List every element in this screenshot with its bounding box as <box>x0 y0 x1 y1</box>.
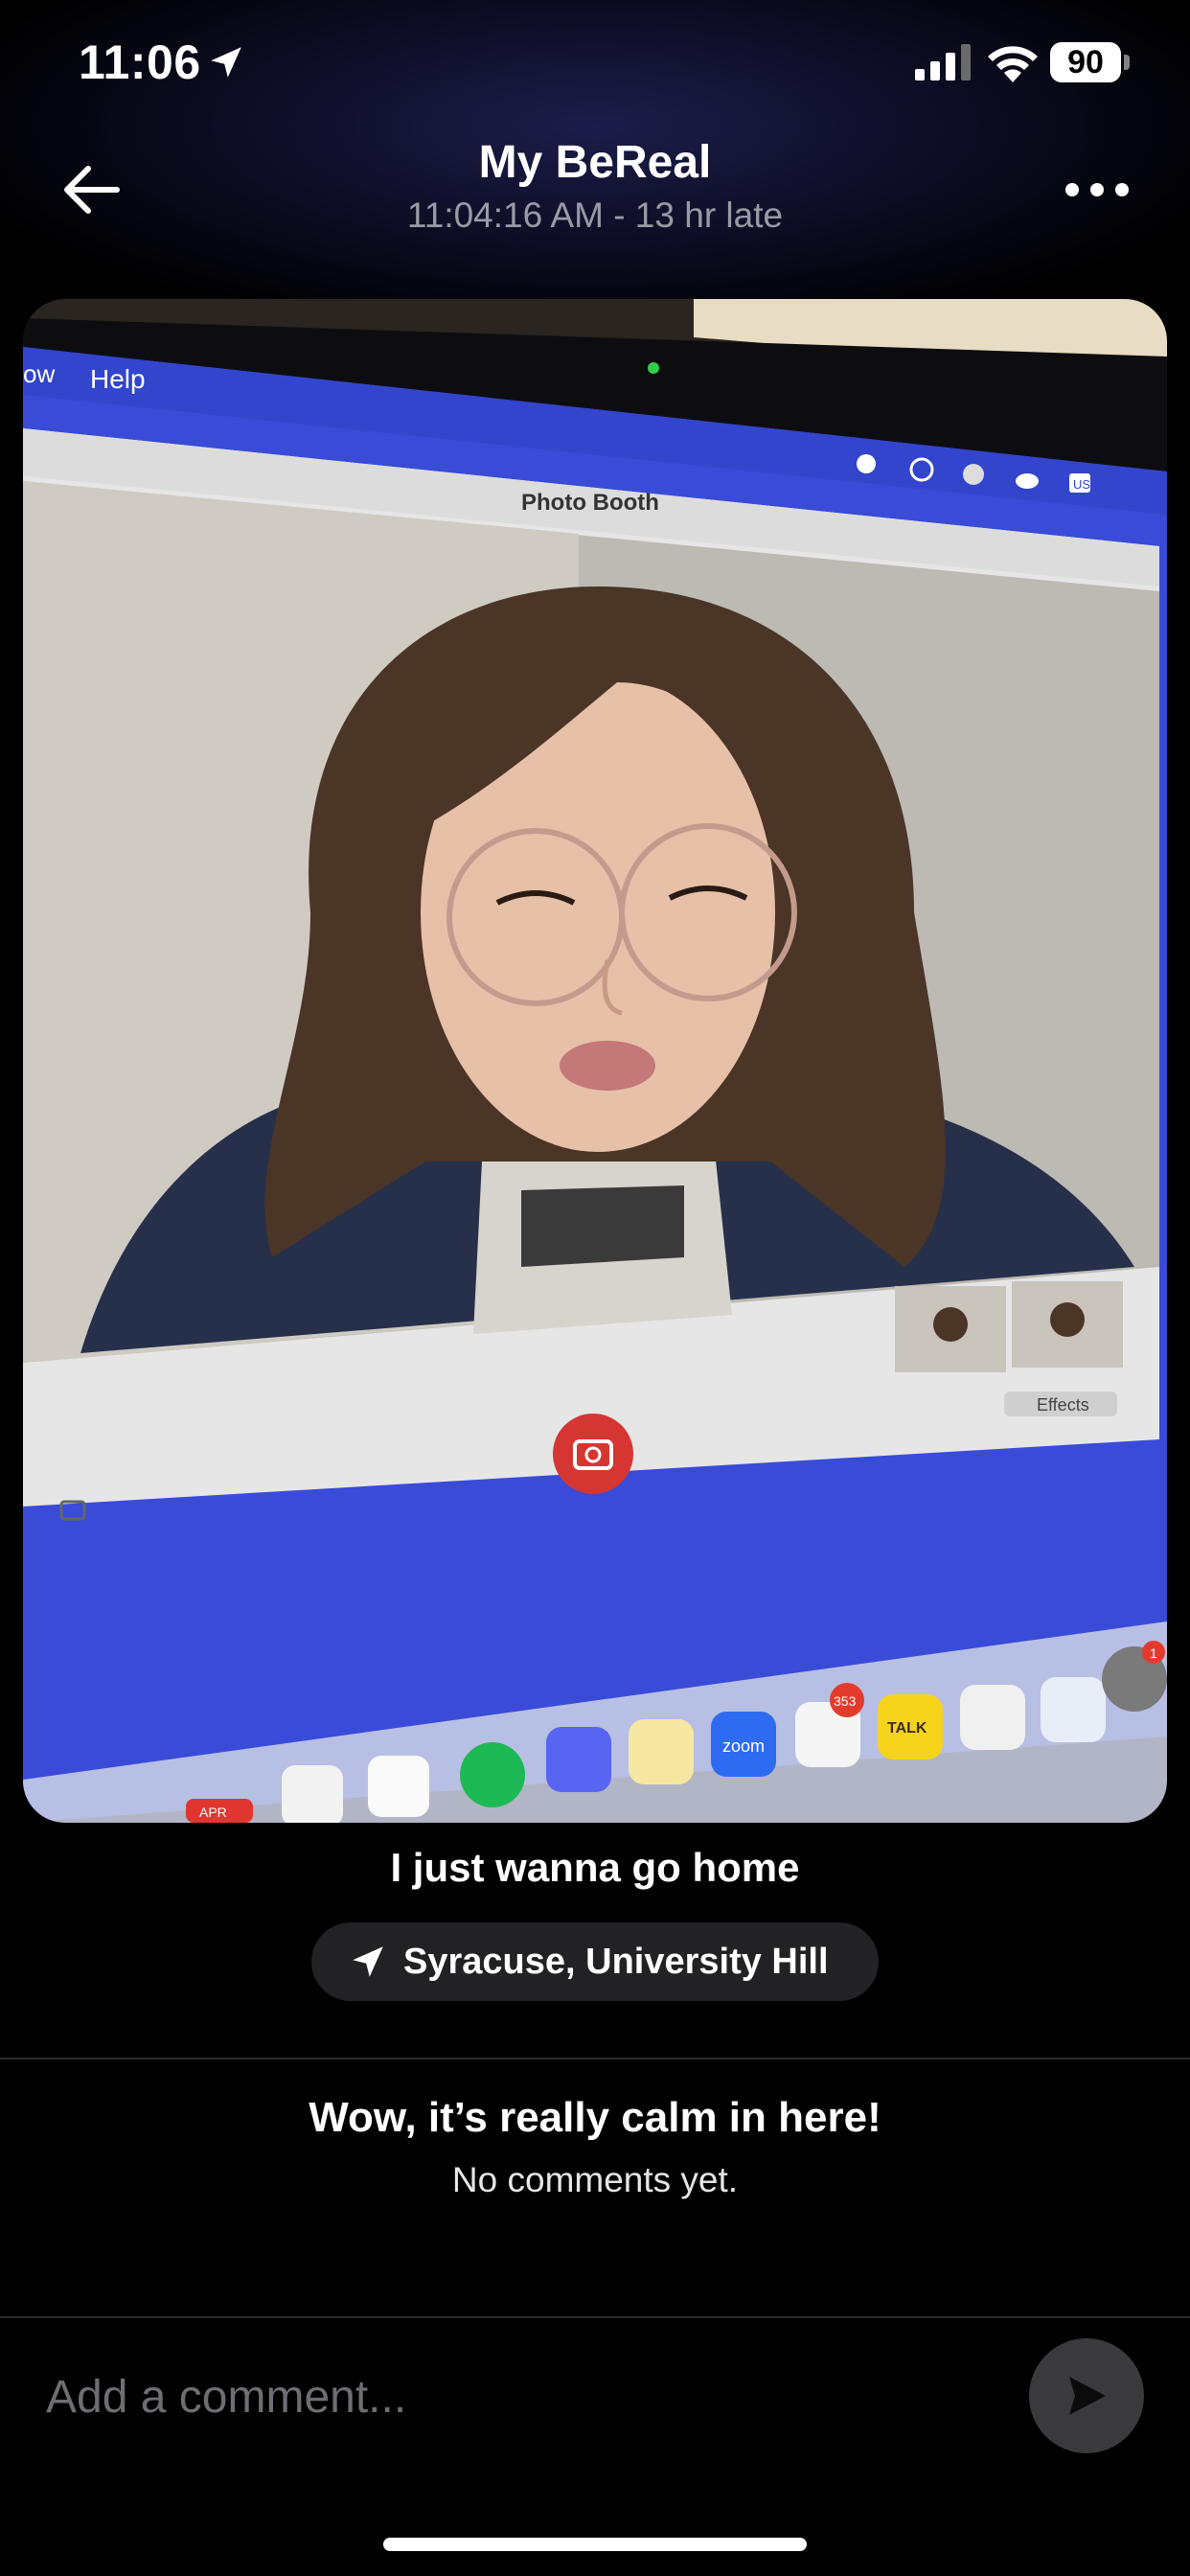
divider <box>0 2058 1190 2059</box>
page-title: My BeReal <box>478 137 712 188</box>
dock-app-word[interactable] <box>960 1685 1025 1750</box>
menu-item-window: ow <box>23 359 55 388</box>
status-bar: 11:06 90 <box>0 0 1190 125</box>
bereal-photo[interactable]: ow Help US Photo Booth Effects zoom 353 … <box>23 299 1167 1823</box>
calendar-label: APR <box>199 1805 227 1820</box>
outlook-badge: 353 <box>834 1693 857 1709</box>
dock-app-clock[interactable] <box>282 1765 343 1823</box>
wifi-icon <box>988 46 1038 82</box>
home-indicator[interactable] <box>383 2538 807 2551</box>
battery-level: 90 <box>1050 42 1121 82</box>
effects-label: Effects <box>1037 1395 1089 1414</box>
shutter-button[interactable] <box>553 1414 633 1494</box>
talk-label: TALK <box>887 1720 927 1736</box>
battery-icon: 90 <box>1050 42 1131 82</box>
window-title: Photo Booth <box>521 490 659 516</box>
menubar-icon <box>857 454 876 473</box>
dock-app-notes[interactable] <box>629 1719 694 1784</box>
send-button[interactable] <box>1029 2338 1144 2453</box>
settings-badge: 1 <box>1150 1645 1157 1661</box>
empty-comments-title: Wow, it’s really calm in here! <box>309 2094 881 2141</box>
ellipsis-icon[interactable] <box>1064 172 1131 207</box>
empty-comments-subtitle: No comments yet. <box>451 2160 739 2199</box>
location-text: Syracuse, University Hill <box>403 1942 829 1982</box>
menu-item-help: Help <box>90 364 146 394</box>
cloud-icon <box>1016 473 1039 489</box>
comment-input[interactable] <box>46 2363 1004 2430</box>
dock-app-reminders[interactable] <box>368 1756 429 1817</box>
signal-icon <box>915 44 971 80</box>
dock-app-spotify[interactable] <box>460 1742 525 1807</box>
camera-light <box>648 362 659 374</box>
dock-app-onedrive[interactable] <box>1041 1677 1106 1742</box>
send-icon <box>1069 2377 1106 2415</box>
divider <box>0 2316 1190 2318</box>
status-time: 11:06 <box>79 35 201 89</box>
location-arrow-icon <box>353 1946 383 1977</box>
menubar-icon <box>963 464 984 485</box>
menubar-badge: US <box>1073 477 1090 492</box>
battery-nub <box>1124 55 1130 70</box>
location-arrow-icon <box>211 47 241 78</box>
zoom-label: zoom <box>722 1736 765 1756</box>
location-pill[interactable]: Syracuse, University Hill <box>311 1922 879 2001</box>
post-timestamp: 11:04:16 AM - 13 hr late <box>406 196 784 235</box>
post-caption: I just wanna go home <box>390 1845 800 1890</box>
dock-app-discord[interactable] <box>546 1727 611 1792</box>
